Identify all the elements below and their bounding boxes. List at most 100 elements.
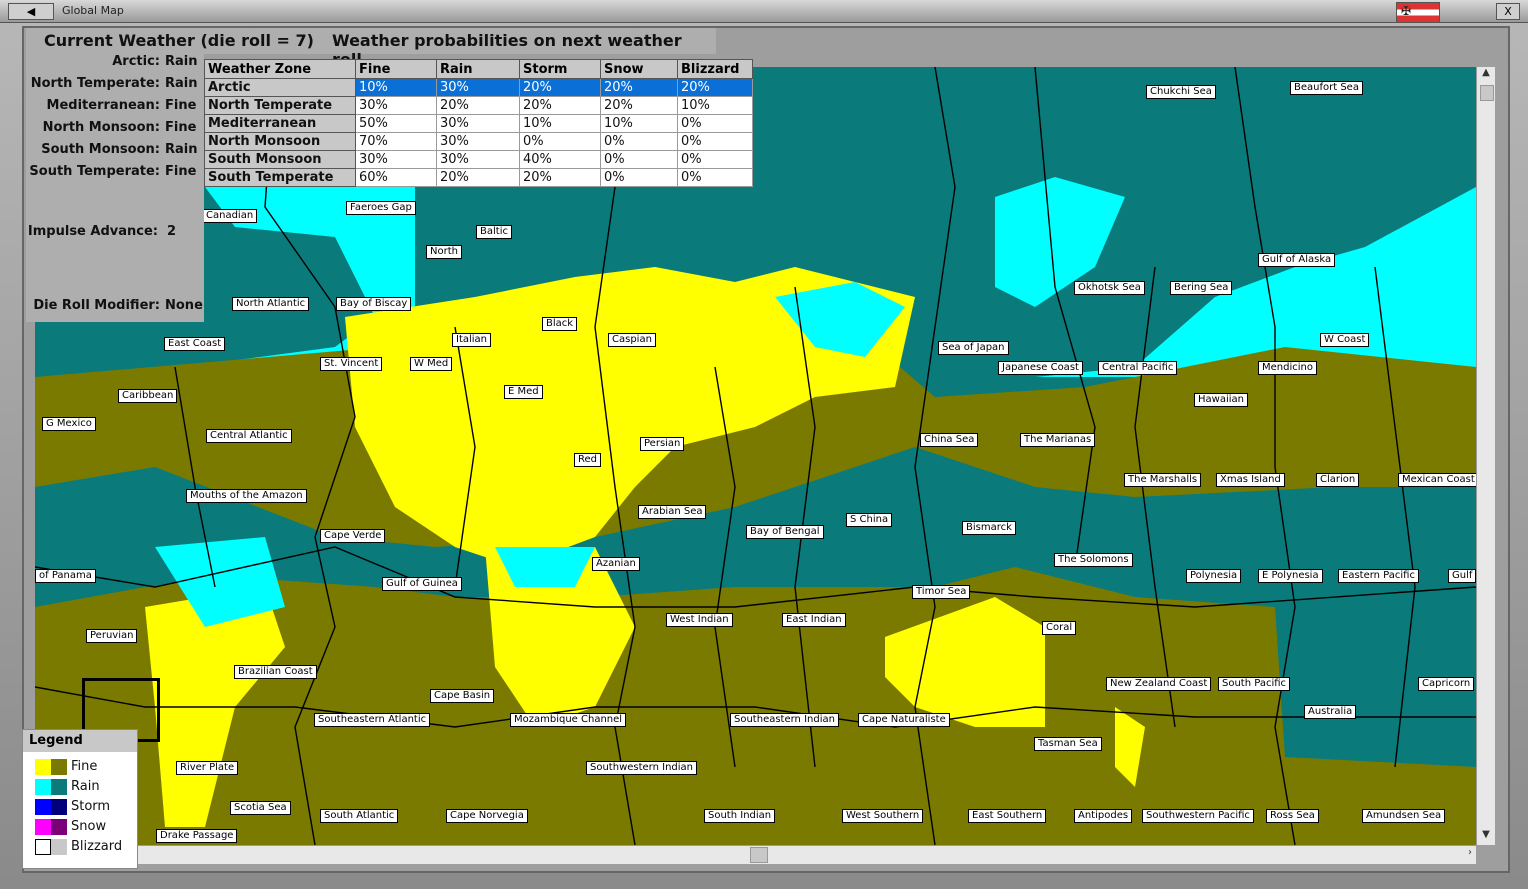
sea-label[interactable]: Japanese Coast (998, 361, 1083, 375)
scroll-down-icon[interactable]: ▼ (1477, 829, 1495, 845)
sea-label[interactable]: Eastern Pacific (1338, 569, 1419, 583)
sea-label[interactable]: River Plate (176, 761, 239, 775)
vertical-scrollbar[interactable]: ▲ ▼ (1476, 67, 1495, 845)
sea-label[interactable]: Mexican Coast (1398, 473, 1476, 487)
sea-label[interactable]: Beaufort Sea (1290, 81, 1363, 95)
sea-label[interactable]: Scotia Sea (230, 801, 291, 815)
horizontal-scrollbar[interactable]: › (35, 845, 1476, 864)
sea-label[interactable]: Amundsen Sea (1362, 809, 1446, 823)
sea-label[interactable]: Red (574, 453, 601, 467)
sea-label[interactable]: East Southern (968, 809, 1047, 823)
sea-label[interactable]: South Atlantic (320, 809, 399, 823)
sea-label[interactable]: G Mexico (42, 417, 96, 431)
sea-label[interactable]: Cape Naturaliste (858, 713, 950, 727)
system-menu-button[interactable]: ◀ (8, 3, 54, 20)
sea-label[interactable]: Persian (640, 437, 685, 451)
table-row[interactable]: North Monsoon 70% 30% 0% 0% 0% (204, 132, 753, 151)
sea-label[interactable]: S China (846, 513, 893, 527)
sea-label[interactable]: North (426, 245, 462, 259)
column-header[interactable]: Storm (519, 59, 601, 79)
sea-label[interactable]: Gulf (1448, 569, 1476, 583)
sea-label[interactable]: Polynesia (1186, 569, 1242, 583)
sea-label[interactable]: Cape Norvegia (446, 809, 528, 823)
sea-label[interactable]: Brazilian Coast (234, 665, 317, 679)
sea-label[interactable]: Capricorn (1418, 677, 1475, 691)
sea-label[interactable]: Caspian (608, 333, 656, 347)
sea-label[interactable]: West Indian (666, 613, 733, 627)
sea-label[interactable]: Cape Verde (320, 529, 386, 543)
sea-label[interactable]: Chukchi Sea (1146, 85, 1216, 99)
sea-label[interactable]: Central Atlantic (206, 429, 292, 443)
scroll-up-icon[interactable]: ▲ (1477, 67, 1495, 83)
sea-label[interactable]: W Med (410, 357, 453, 371)
table-row[interactable]: Mediterranean 50% 30% 10% 10% 0% (204, 114, 753, 133)
sea-label[interactable]: The Solomons (1054, 553, 1133, 567)
legend-item: Snow (35, 818, 135, 836)
sea-label[interactable]: East Coast (164, 337, 226, 351)
sea-label[interactable]: E Polynesia (1258, 569, 1323, 583)
sea-label[interactable]: Xmas Island (1216, 473, 1285, 487)
sea-label[interactable]: Tasman Sea (1034, 737, 1102, 751)
sea-label[interactable]: St. Vincent (320, 357, 383, 371)
table-row[interactable]: North Temperate 30% 20% 20% 20% 10% (204, 96, 753, 115)
column-header[interactable]: Blizzard (677, 59, 753, 79)
horizontal-scroll-thumb[interactable] (750, 847, 768, 863)
sea-label[interactable]: East Indian (782, 613, 846, 627)
sea-label[interactable]: The Marianas (1020, 433, 1096, 447)
sea-label[interactable]: Arabian Sea (638, 505, 707, 519)
sea-label[interactable]: Bismarck (962, 521, 1016, 535)
sea-label[interactable]: Antipodes (1074, 809, 1133, 823)
sea-label[interactable]: of Panama (35, 569, 96, 583)
sea-label[interactable]: West Southern (842, 809, 924, 823)
close-button[interactable]: X (1496, 3, 1520, 20)
vertical-scroll-thumb[interactable] (1480, 85, 1494, 101)
sea-label[interactable]: North Atlantic (232, 297, 310, 311)
column-header[interactable]: Weather Zone (204, 59, 356, 79)
sea-label[interactable]: New Zealand Coast (1106, 677, 1212, 691)
sea-label[interactable]: China Sea (920, 433, 979, 447)
sea-label[interactable]: E Med (504, 385, 543, 399)
sea-label[interactable]: Hawaiian (1194, 393, 1248, 407)
sea-label[interactable]: Southwestern Indian (586, 761, 698, 775)
sea-label[interactable]: Gulf of Guinea (382, 577, 462, 591)
sea-label[interactable]: Gulf of Alaska (1258, 253, 1336, 267)
sea-label[interactable]: Bering Sea (1170, 281, 1233, 295)
sea-label[interactable]: Italian (452, 333, 492, 347)
sea-label[interactable]: Drake Passage (156, 829, 238, 843)
column-header[interactable]: Rain (436, 59, 520, 79)
sea-label[interactable]: Bay of Bengal (746, 525, 824, 539)
sea-label[interactable]: Black (542, 317, 578, 331)
sea-label[interactable]: Baltic (476, 225, 512, 239)
sea-label[interactable]: Canadian (202, 209, 258, 223)
sea-label[interactable]: Central Pacific (1098, 361, 1178, 375)
column-header[interactable]: Snow (600, 59, 678, 79)
sea-label[interactable]: Timor Sea (912, 585, 971, 599)
sea-label[interactable]: Bay of Biscay (336, 297, 412, 311)
sea-label[interactable]: Australia (1304, 705, 1357, 719)
column-header[interactable]: Fine (355, 59, 437, 79)
scroll-right-icon[interactable]: › (1468, 847, 1472, 858)
sea-label[interactable]: Clarion (1316, 473, 1360, 487)
sea-label[interactable]: Mendicino (1258, 361, 1317, 375)
table-row[interactable]: South Temperate 60% 20% 20% 0% 0% (204, 168, 753, 187)
sea-label[interactable]: Southeastern Atlantic (314, 713, 431, 727)
sea-label[interactable]: South Pacific (1218, 677, 1291, 691)
sea-label[interactable]: Sea of Japan (938, 341, 1009, 355)
sea-label[interactable]: W Coast (1320, 333, 1370, 347)
sea-label[interactable]: Okhotsk Sea (1074, 281, 1145, 295)
sea-label[interactable]: Southeastern Indian (730, 713, 839, 727)
table-row[interactable]: South Monsoon 30% 30% 40% 0% 0% (204, 150, 753, 169)
sea-label[interactable]: Peruvian (86, 629, 138, 643)
sea-label[interactable]: Faeroes Gap (346, 201, 416, 215)
sea-label[interactable]: Azanian (592, 557, 640, 571)
sea-label[interactable]: Cape Basin (430, 689, 495, 703)
table-row[interactable]: Arctic 10% 30% 20% 20% 20% (204, 78, 753, 97)
sea-label[interactable]: The Marshalls (1124, 473, 1202, 487)
sea-label[interactable]: Caribbean (118, 389, 178, 403)
sea-label[interactable]: Coral (1042, 621, 1077, 635)
sea-label[interactable]: Ross Sea (1266, 809, 1319, 823)
sea-label[interactable]: Mozambique Channel (510, 713, 627, 727)
sea-label[interactable]: South Indian (704, 809, 776, 823)
sea-label[interactable]: Southwestern Pacific (1142, 809, 1254, 823)
sea-label[interactable]: Mouths of the Amazon (186, 489, 307, 503)
